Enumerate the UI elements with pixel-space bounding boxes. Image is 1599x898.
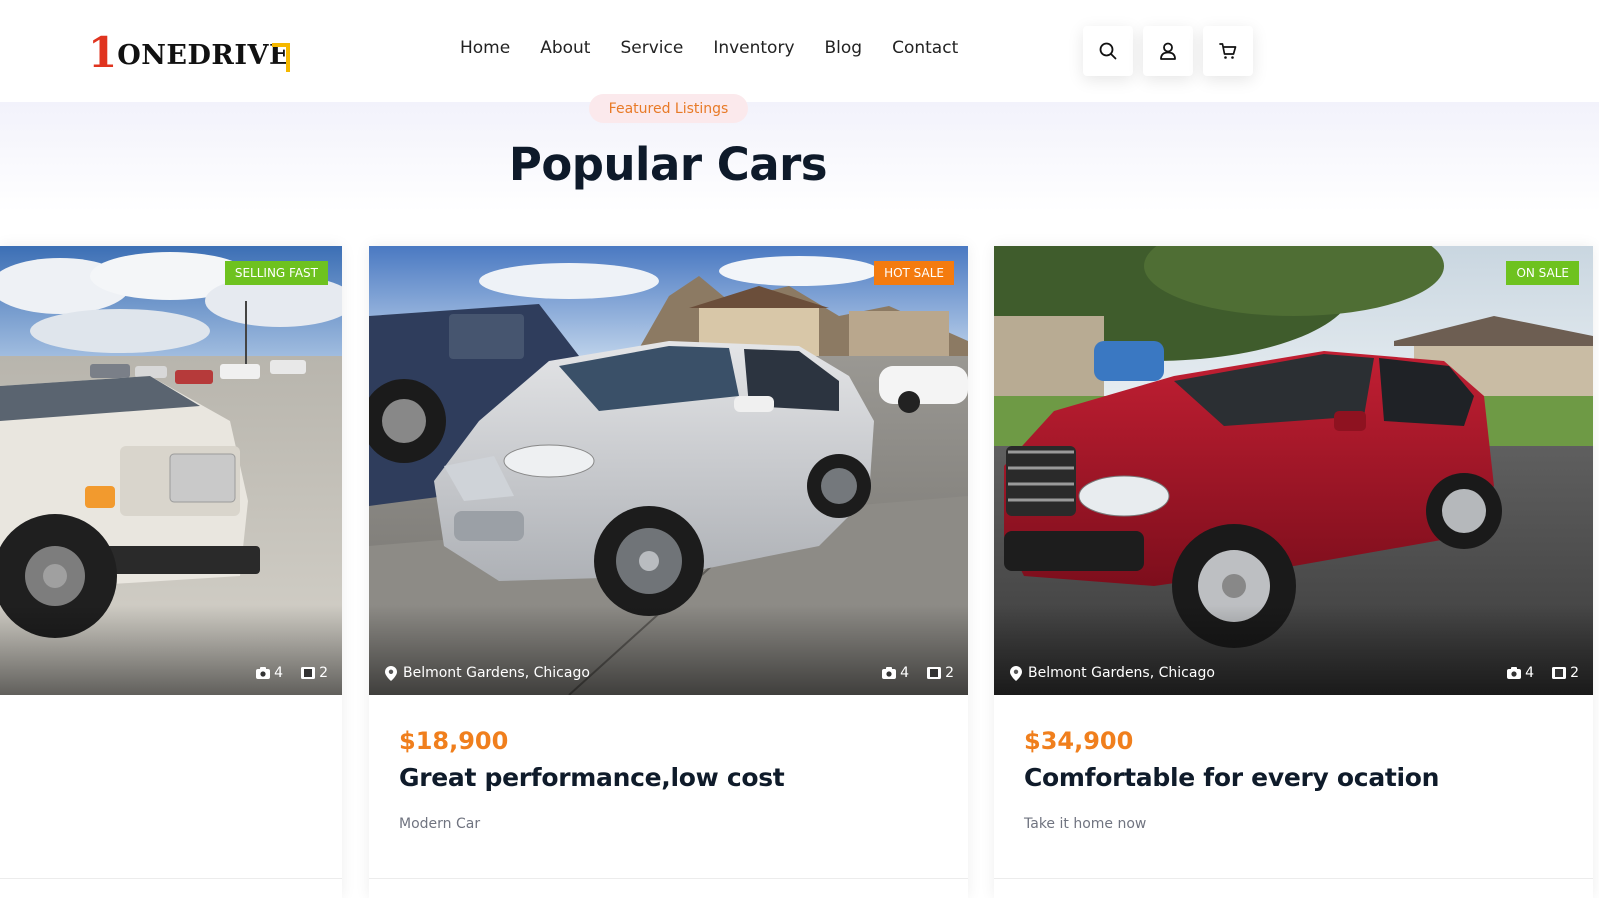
car-subtitle: Take it home now [1024, 816, 1147, 832]
card-divider [0, 878, 342, 879]
cart-button[interactable] [1203, 26, 1253, 76]
nav-service[interactable]: Service [620, 38, 683, 58]
map-pin-icon [1010, 665, 1022, 681]
video-count: 2 [945, 665, 954, 681]
nav-blog[interactable]: Blog [825, 38, 863, 58]
section-tagline: Featured Listings [589, 94, 748, 123]
status-badge: SELLING FAST [224, 261, 328, 285]
car-photo[interactable]: SELLING FAST 4 2 [0, 246, 342, 695]
camera-icon [1507, 667, 1522, 679]
car-location-text: Belmont Gardens, Chicago [403, 665, 590, 681]
car-card[interactable]: SELLING FAST 4 2 [0, 246, 342, 898]
photo-count: 4 [1525, 665, 1535, 681]
nav-inventory[interactable]: Inventory [713, 38, 794, 58]
photo-count: 4 [274, 665, 284, 681]
search-button[interactable] [1083, 26, 1133, 76]
nav-home[interactable]: Home [460, 38, 510, 58]
car-photo[interactable]: HOT SALE Belmont Gardens, Chicago 4 2 [369, 246, 968, 695]
card-divider [994, 878, 1593, 879]
logo-wordmark: ONEDRIVE [117, 40, 291, 72]
nav-contact[interactable]: Contact [892, 38, 958, 58]
status-badge: ON SALE [1506, 261, 1579, 285]
main-nav: Home About Service Inventory Blog Contac… [460, 38, 958, 58]
account-button[interactable] [1143, 26, 1193, 76]
car-photo[interactable]: ON SALE Belmont Gardens, Chicago 4 2 [994, 246, 1593, 695]
car-price: $18,900 [399, 727, 509, 755]
video-count: 2 [319, 665, 328, 681]
site-logo[interactable]: 1 ONEDRIVE [88, 28, 291, 77]
media-counts: 4 2 [1507, 665, 1579, 681]
car-card[interactable]: HOT SALE Belmont Gardens, Chicago 4 2 $1… [369, 246, 968, 898]
nav-about[interactable]: About [540, 38, 590, 58]
logo-digit: 1 [88, 28, 118, 77]
user-icon [1160, 42, 1176, 60]
video-count: 2 [1570, 665, 1579, 681]
photo-count: 4 [900, 665, 910, 681]
camera-icon [256, 667, 271, 679]
status-badge: HOT SALE [874, 261, 954, 285]
search-icon [1099, 42, 1117, 60]
map-pin-icon [385, 665, 397, 681]
logo-wordmark-text: ONEDRIVE [117, 40, 291, 71]
car-title[interactable]: Great performance,low cost [399, 763, 785, 792]
media-counts: 4 2 [256, 665, 328, 681]
photo-overlay [369, 605, 968, 695]
film-icon [301, 667, 316, 679]
car-location: Belmont Gardens, Chicago [385, 665, 590, 681]
card-divider [369, 878, 968, 879]
car-location-text: Belmont Gardens, Chicago [1028, 665, 1215, 681]
film-icon [927, 667, 942, 679]
logo-accent-bar [272, 43, 291, 72]
photo-overlay [0, 605, 342, 695]
site-header: 1 ONEDRIVE Home About Service Inventory … [0, 0, 1599, 102]
section-title: Popular Cars [508, 138, 828, 191]
media-counts: 4 2 [882, 665, 954, 681]
car-price: $34,900 [1024, 727, 1134, 755]
car-card[interactable]: ON SALE Belmont Gardens, Chicago 4 2 $34… [994, 246, 1593, 898]
cart-icon [1219, 43, 1237, 59]
film-icon [1552, 667, 1567, 679]
photo-overlay [994, 605, 1593, 695]
car-title[interactable]: Comfortable for every ocation [1024, 763, 1439, 792]
camera-icon [882, 667, 897, 679]
car-location: Belmont Gardens, Chicago [1010, 665, 1215, 681]
car-subtitle: Modern Car [399, 816, 481, 832]
